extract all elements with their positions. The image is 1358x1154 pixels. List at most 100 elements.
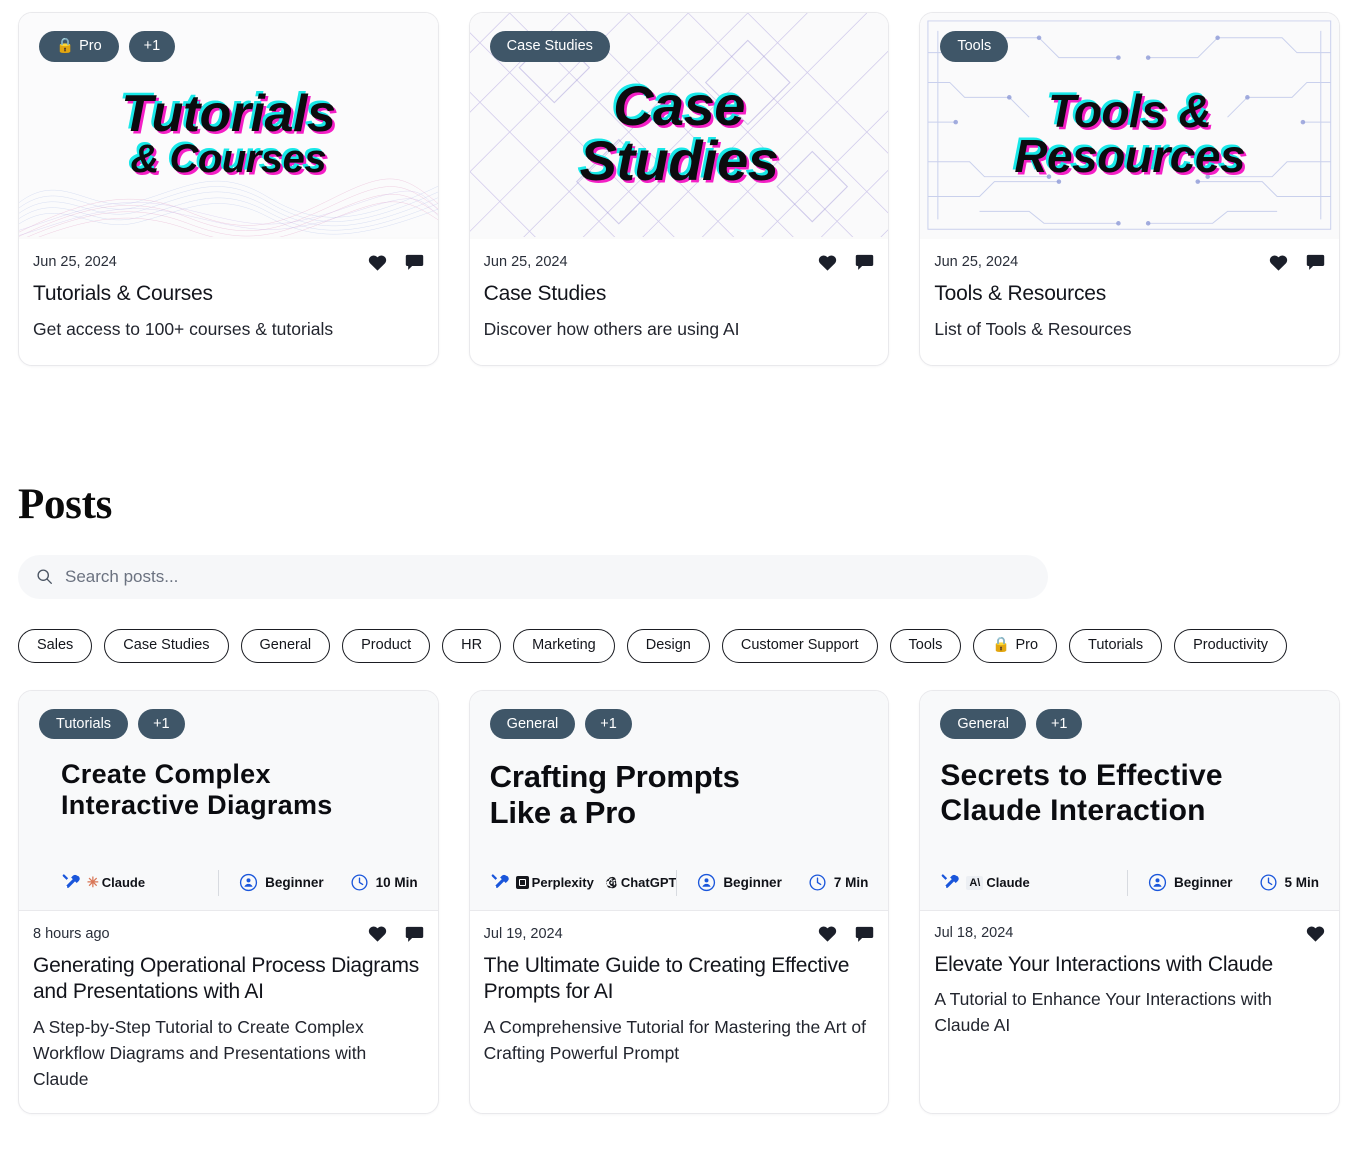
post-head-title-line2: Claude Interaction <box>940 793 1206 827</box>
post-head-title: Create Complex Interactive Diagrams <box>39 753 418 858</box>
tool-claude: ✳ Claude <box>87 874 145 891</box>
comment-icon[interactable] <box>405 253 424 271</box>
badge-more[interactable]: +1 <box>138 708 185 740</box>
featured-card-tools-resources[interactable]: Tools Tools & Resources Jun 25, 2024 Too… <box>919 12 1341 366</box>
chip-hr[interactable]: HR <box>442 628 502 663</box>
comment-icon[interactable] <box>1306 253 1325 271</box>
duration: 10 Min <box>350 873 418 892</box>
chip-case-studies[interactable]: Case Studies <box>104 628 229 663</box>
chip-pro[interactable]: 🔒 Pro <box>973 628 1058 663</box>
chip-marketing[interactable]: Marketing <box>513 628 615 663</box>
duration: 5 Min <box>1259 873 1319 892</box>
featured-card-case-studies[interactable]: Case Studies Case Studies Jun 25, 2024 C… <box>468 12 890 366</box>
post-date-row: Jul 19, 2024 <box>484 925 875 943</box>
post-meta-right: Beginner 7 Min <box>697 873 868 892</box>
post-subtitle: A Step-by-Step Tutorial to Create Comple… <box>33 1017 367 1090</box>
post-title: The Ultimate Guide to Creating Effective… <box>483 953 850 1004</box>
tool-claude: A\ Claude <box>966 875 1030 890</box>
chip-sales[interactable]: Sales <box>18 628 93 663</box>
chip-general[interactable]: General <box>240 628 331 663</box>
badge-case-studies[interactable]: Case Studies <box>489 31 610 62</box>
duration: 7 Min <box>808 873 869 892</box>
post-date: Jul 18, 2024 <box>934 925 1014 942</box>
badge-tools[interactable]: Tools <box>940 31 1009 62</box>
post-meta-row: A\ Claude Beginner 5 Min <box>940 858 1319 910</box>
chip-label: General <box>259 636 312 653</box>
post-head-title: Secrets to Effective Claude Interaction <box>940 753 1319 858</box>
heart-icon[interactable] <box>1306 925 1325 942</box>
comment-icon[interactable] <box>855 253 874 271</box>
post-meta-right: Beginner 5 Min <box>1148 873 1319 892</box>
difficulty: Beginner <box>1148 873 1233 892</box>
badge-tutorials[interactable]: Tutorials <box>39 708 129 740</box>
chip-productivity[interactable]: Productivity <box>1174 628 1288 663</box>
chip-label: Marketing <box>532 636 596 653</box>
comment-icon[interactable] <box>405 925 424 943</box>
card-actions <box>368 253 424 271</box>
heart-icon[interactable] <box>368 254 387 271</box>
heart-icon[interactable] <box>368 925 387 942</box>
chip-label: HR <box>461 636 483 653</box>
badge-more[interactable]: +1 <box>1035 708 1083 740</box>
post-card-diagrams[interactable]: Tutorials +1 Create Complex Interactive … <box>18 689 439 1114</box>
post-card-header: Tutorials +1 Create Complex Interactive … <box>19 690 438 911</box>
post-meta-row: Perplexity ChatGPT Beginner 7 Min <box>490 858 868 910</box>
page-title: Posts <box>18 480 113 528</box>
featured-card-tutorials[interactable]: 🔒 Pro +1 Tutorials & Courses Jun 25, 202… <box>18 12 439 366</box>
chip-design[interactable]: Design <box>626 628 710 663</box>
lock-icon: 🔒 <box>56 38 75 54</box>
badge-pro[interactable]: 🔒 Pro <box>39 31 119 62</box>
heart-icon[interactable] <box>1269 254 1288 271</box>
badge-general[interactable]: General <box>940 708 1026 740</box>
post-badges: General +1 <box>489 708 869 740</box>
chip-tutorials[interactable]: Tutorials <box>1069 628 1163 663</box>
post-card-claude-interaction[interactable]: General +1 Secrets to Effective Claude I… <box>919 689 1341 1114</box>
card-banner: 🔒 Pro +1 Tutorials & Courses <box>19 13 438 239</box>
card-meta-row: Jun 25, 2024 <box>33 253 424 271</box>
badge-label: Tutorials <box>56 715 112 732</box>
chip-product[interactable]: Product <box>342 628 431 663</box>
post-actions <box>368 925 424 943</box>
card-actions <box>818 253 874 271</box>
lock-icon: 🔒 <box>992 636 1011 653</box>
post-date: Jul 19, 2024 <box>483 925 563 942</box>
post-card-prompts[interactable]: General +1 Crafting Prompts Like a Pro P… <box>468 689 890 1114</box>
tools-icon <box>490 873 509 892</box>
level-badge-icon <box>1148 873 1167 892</box>
post-date: 8 hours ago <box>33 925 110 942</box>
badge-general[interactable]: General <box>489 708 576 740</box>
post-meta-row: ✳ Claude Beginner 10 Min <box>39 858 418 910</box>
heart-icon[interactable] <box>818 254 837 271</box>
badge-more[interactable]: +1 <box>585 708 632 740</box>
search-input[interactable] <box>65 566 1030 587</box>
post-badges: General +1 <box>940 708 1319 740</box>
comment-icon[interactable] <box>855 925 874 943</box>
post-actions <box>818 925 874 943</box>
post-title: Elevate Your Interactions with Claude <box>934 952 1273 976</box>
badge-more[interactable]: +1 <box>128 31 176 62</box>
post-head-title: Crafting Prompts Like a Pro <box>490 753 869 858</box>
anthropic-mark-icon: A\ <box>966 875 984 890</box>
chip-label: Pro <box>1015 636 1039 653</box>
chip-tools[interactable]: Tools <box>889 628 962 663</box>
card-badges: Case Studies <box>489 31 610 62</box>
posts-section: Posts Sales Case Studies General Product… <box>18 480 1341 1114</box>
chip-customer-support[interactable]: Customer Support <box>721 628 878 663</box>
badge-label: +1 <box>153 715 170 732</box>
card-body: Jun 25, 2024 Tutorials & Courses Get acc… <box>19 239 438 365</box>
card-title: Tutorials & Courses <box>33 282 213 305</box>
chip-label: Design <box>645 636 691 653</box>
card-subtitle: Get access to 100+ courses & tutorials <box>33 319 334 340</box>
post-date-row: 8 hours ago <box>33 925 424 943</box>
heart-icon[interactable] <box>818 925 837 942</box>
post-meta-right: Beginner 10 Min <box>239 873 418 892</box>
search-bar[interactable] <box>18 554 1048 599</box>
duration-label: 7 Min <box>833 875 869 891</box>
post-title: Generating Operational Process Diagrams … <box>33 953 419 1004</box>
post-head-title-line1: Create Complex <box>61 759 271 790</box>
post-badges: Tutorials +1 <box>39 708 418 740</box>
level-badge-icon <box>697 873 716 892</box>
card-meta-row: Jun 25, 2024 <box>934 253 1325 271</box>
chip-label: Product <box>361 636 412 653</box>
card-date: Jun 25, 2024 <box>934 254 1019 270</box>
